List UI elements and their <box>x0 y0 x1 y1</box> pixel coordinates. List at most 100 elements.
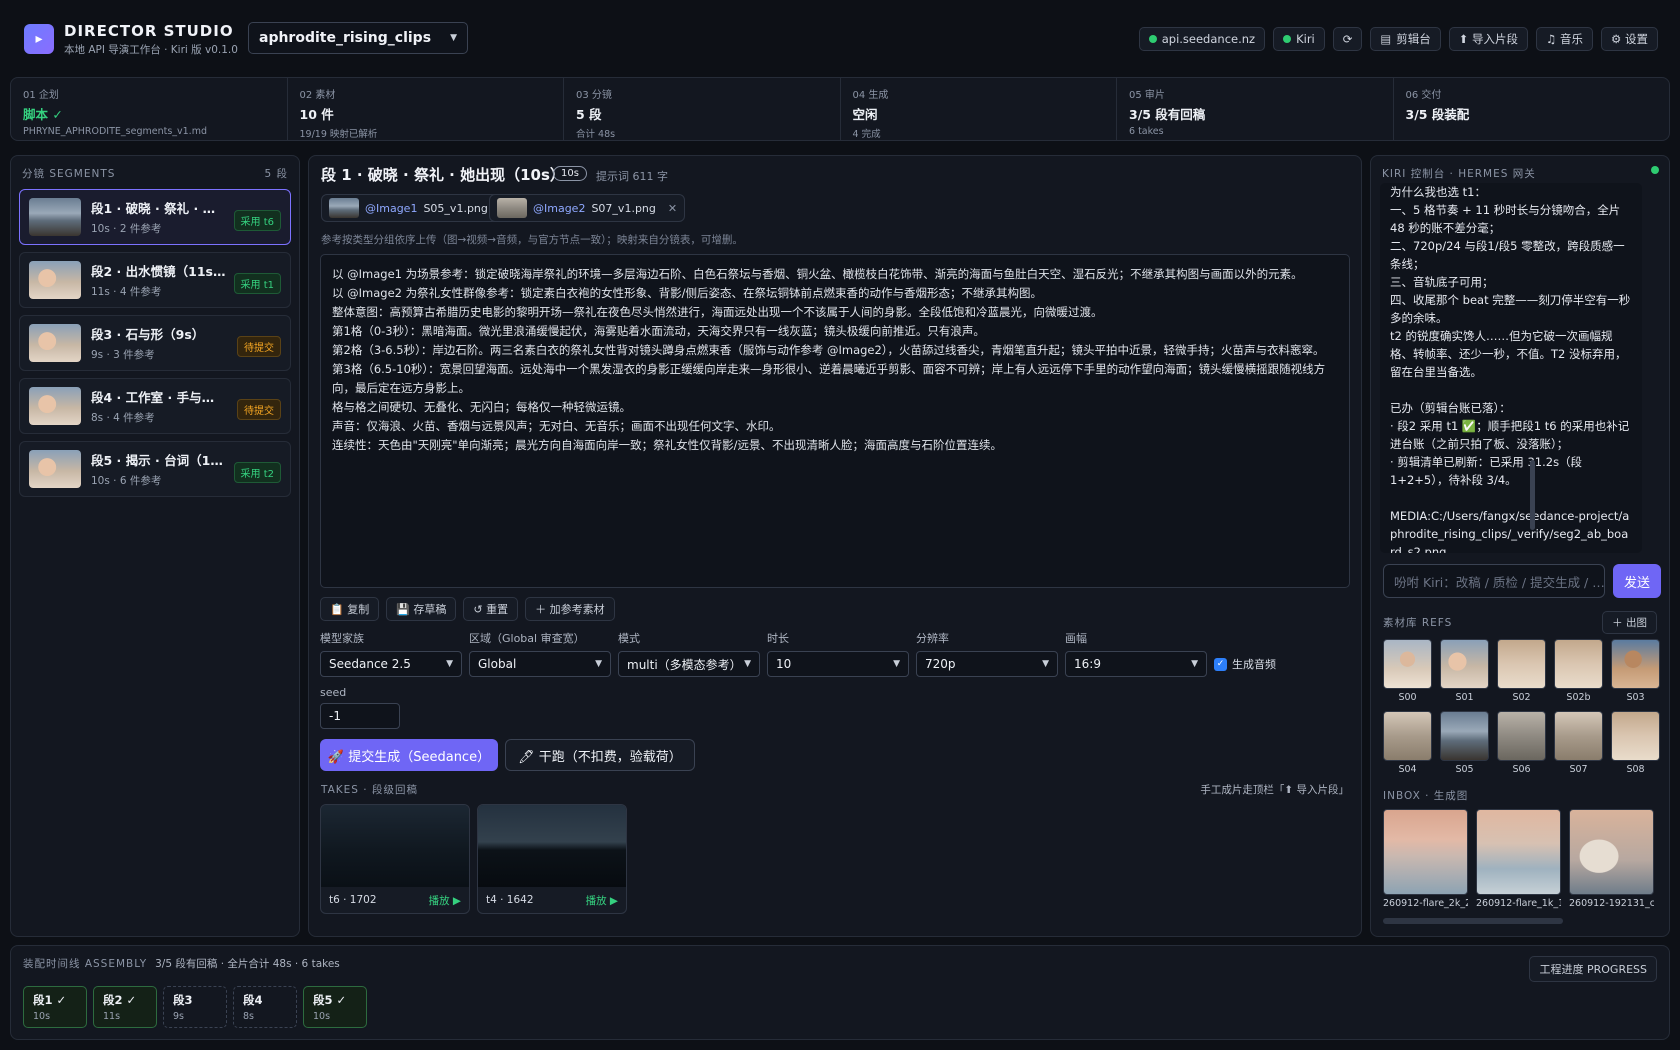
assembly-summary: 3/5 段有回稿 · 全片合计 48s · 6 takes <box>155 958 340 970</box>
ref-item[interactable]: S06 <box>1497 711 1546 775</box>
chevron-down-icon: ▼ <box>744 659 751 669</box>
stage-planning[interactable]: 01 企划 脚本 ✓ PHRYNE_APHRODITE_segments_v1.… <box>11 78 288 140</box>
music-button[interactable]: ♫ 音乐 <box>1536 27 1594 51</box>
close-icon[interactable]: ✕ <box>668 202 677 215</box>
stage-generate[interactable]: 04 生成 空闲 4 完成 <box>841 78 1117 140</box>
assembly-segment[interactable]: 段4 8s <box>233 986 297 1028</box>
chevron-down-icon: ▼ <box>1042 659 1049 669</box>
stage-review[interactable]: 05 审片 3/5 段有回稿 6 takes <box>1117 78 1394 140</box>
pipeline-bar: 01 企划 脚本 ✓ PHRYNE_APHRODITE_segments_v1.… <box>10 77 1670 141</box>
status-dot-icon <box>1651 166 1659 174</box>
ref-item[interactable]: S03 <box>1611 639 1660 703</box>
chat-log[interactable]: 为什么我也选 t1： 一、5 格节奏 + 11 秒时长与分镜吻合，全片 48 秒… <box>1380 183 1642 553</box>
ref-item[interactable]: S07 <box>1554 711 1603 775</box>
chevron-down-icon: ▼ <box>893 659 900 669</box>
play-button[interactable]: 播放 ▶ <box>586 893 618 908</box>
dry-run-button[interactable]: 🖊 干跑（不扣费，验载荷） <box>505 739 695 771</box>
take-card[interactable]: t4 · 1642 播放 ▶ <box>477 804 627 914</box>
copy-button[interactable]: 📋 复制 <box>320 597 380 621</box>
status-badge: 待提交 <box>237 399 281 420</box>
segment-item[interactable]: 段4 · 工作室 · 手与窗（8s）8s · 4 件参考 待提交 <box>19 378 291 434</box>
ref-item[interactable]: S04 <box>1383 711 1432 775</box>
inbox-item[interactable]: 260912-flare_1k_15 <box>1476 809 1561 909</box>
reference-chip[interactable]: @Image2 S07_v1.png ✕ <box>489 194 686 222</box>
takes-hint: 手工成片走顶栏「⬆ 导入片段」 <box>1200 784 1349 796</box>
play-button[interactable]: 播放 ▶ <box>429 893 461 908</box>
inbox-item[interactable]: 260912-192131_c7aa <box>1569 809 1654 909</box>
ref-item[interactable]: S00 <box>1383 639 1432 703</box>
resolution-select[interactable]: 720p ▼ <box>916 651 1058 677</box>
chat-scrollbar[interactable] <box>1530 460 1535 530</box>
project-select[interactable]: aphrodite_rising_clips ▼ <box>248 22 468 54</box>
clipboard-icon: ▤ <box>1380 32 1392 46</box>
ref-item[interactable]: S02 <box>1497 639 1546 703</box>
add-reference-button[interactable]: ＋ 加参考素材 <box>525 597 615 621</box>
generate-audio-checkbox[interactable]: ✓ 生成音频 <box>1214 651 1276 677</box>
reference-thumbnail <box>497 198 527 218</box>
chevron-down-icon: ▼ <box>446 659 453 669</box>
ref-item[interactable]: S08 <box>1611 711 1660 775</box>
refs-grid: S00 S01 S02 S02b S03 S04 S05 S06 S07 S08 <box>1383 639 1660 775</box>
check-icon: ✓ <box>1214 657 1227 671</box>
seed-label: seed <box>320 686 347 699</box>
kiri-input[interactable]: 吩咐 Kiri：改稿 / 质检 / 提交生成 / … <box>1383 564 1605 598</box>
inbox-scrollbar[interactable] <box>1383 918 1563 924</box>
submit-generate-button[interactable]: 🚀 提交生成（Seedance） <box>320 739 498 771</box>
progress-button[interactable]: 工程进度 PROGRESS <box>1529 956 1657 982</box>
send-button[interactable]: 发送 <box>1613 564 1661 598</box>
status-badge: 采用 t6 <box>233 210 281 231</box>
assembly-segment[interactable]: 段3 9s <box>163 986 227 1028</box>
take-card[interactable]: t6 · 1702 播放 ▶ <box>320 804 470 914</box>
segment-item[interactable]: 段5 · 揭示 · 台词（10s · 多参考）10s · 6 件参考 采用 t2 <box>19 441 291 497</box>
ref-item[interactable]: S05 <box>1440 711 1489 775</box>
inbox-item[interactable]: 260912-flare_2k_20 <box>1383 809 1468 909</box>
refresh-button[interactable]: ⟳ <box>1332 27 1363 51</box>
generate-image-button[interactable]: ＋ 出图 <box>1602 611 1657 634</box>
segment-item[interactable]: 段1 · 破晓 · 祭礼 · 她出现（10s）10s · 2 件参考 采用 t6 <box>19 189 291 245</box>
segments-count: 5 段 <box>264 168 288 180</box>
stage-delivery[interactable]: 06 交付 3/5 段装配 <box>1394 78 1670 140</box>
segment-thumbnail <box>29 387 81 425</box>
reference-thumbnail <box>329 198 359 218</box>
status-badge: 采用 t1 <box>233 273 281 294</box>
chevron-down-icon: ▼ <box>595 659 602 669</box>
status-badge: 采用 t2 <box>233 462 281 483</box>
api-status-button[interactable]: api.seedance.nz <box>1138 27 1266 51</box>
kiri-console: KIRI 控制台 · HERMES 网关 为什么我也选 t1： 一、5 格节奏 … <box>1370 155 1670 937</box>
duration-select[interactable]: 10 ▼ <box>767 651 909 677</box>
mode-select[interactable]: multi（多模态参考） ▼ <box>618 651 760 677</box>
assembly-segment[interactable]: 段1 ✓ 10s <box>23 986 87 1028</box>
ref-item[interactable]: S02b <box>1554 639 1603 703</box>
prompt-textarea[interactable]: 以 @Image1 为场景参考：锁定破晓海岸祭礼的环境—多层海边石阶、白色石祭坛… <box>320 254 1350 588</box>
app-logo-icon: ▸ <box>24 24 54 54</box>
region-select[interactable]: Global ▼ <box>469 651 611 677</box>
stage-assets[interactable]: 02 素材 10 件 19/19 映射已解析 <box>288 78 564 140</box>
import-clips-button[interactable]: ⬆ 导入片段 <box>1448 27 1529 51</box>
aspect-ratio-select[interactable]: 16:9 ▼ <box>1065 651 1207 677</box>
save-draft-button[interactable]: 💾 存草稿 <box>386 597 457 621</box>
kiri-heading: KIRI 控制台 · HERMES 网关 <box>1382 168 1536 180</box>
segment-item[interactable]: 段3 · 石与形（9s） 9s · 3 件参考 待提交 <box>19 315 291 371</box>
kiri-status-button[interactable]: Kiri <box>1273 27 1325 51</box>
seed-input[interactable]: -1 <box>320 703 400 729</box>
segment-title: 段 1 · 破晓 · 祭礼 · 她出现（10s） <box>321 166 565 184</box>
reference-chip[interactable]: @Image1 S05_v1.png ✕ <box>321 194 518 222</box>
settings-button[interactable]: ⚙ 设置 <box>1601 27 1658 51</box>
assembly-segment[interactable]: 段5 ✓ 10s <box>303 986 367 1028</box>
stage-storyboard[interactable]: 03 分镜 5 段 合计 48s <box>564 78 841 140</box>
segment-editor: 段 1 · 破晓 · 祭礼 · 她出现（10s） 10s 提示词 611 字 @… <box>308 155 1362 937</box>
ref-item[interactable]: S01 <box>1440 639 1489 703</box>
prompt-count: 提示词 611 字 <box>596 170 668 183</box>
reference-note: 参考按类型分组依序上传（图→视频→音频，与官方节点一致）；映射来自分镜表，可增删… <box>321 234 743 246</box>
inbox-heading: INBOX · 生成图 <box>1383 790 1469 802</box>
model-family-select[interactable]: Seedance 2.5 ▼ <box>320 651 462 677</box>
segment-item[interactable]: 段2 · 出水惯镜（11s · 多参考）11s · 4 件参考 采用 t1 <box>19 252 291 308</box>
status-badge: 待提交 <box>237 336 281 357</box>
editing-desk-button[interactable]: ▤ 剪辑台 <box>1370 27 1441 51</box>
app-subtitle: 本地 API 导演工作台 · Kiri 版 v0.1.0 <box>64 44 238 56</box>
reset-button[interactable]: ↺ 重置 <box>463 597 519 621</box>
status-dot-icon <box>1283 35 1292 43</box>
take-thumbnail <box>478 805 626 887</box>
assembly-segment[interactable]: 段2 ✓ 11s <box>93 986 157 1028</box>
take-thumbnail <box>321 805 469 887</box>
